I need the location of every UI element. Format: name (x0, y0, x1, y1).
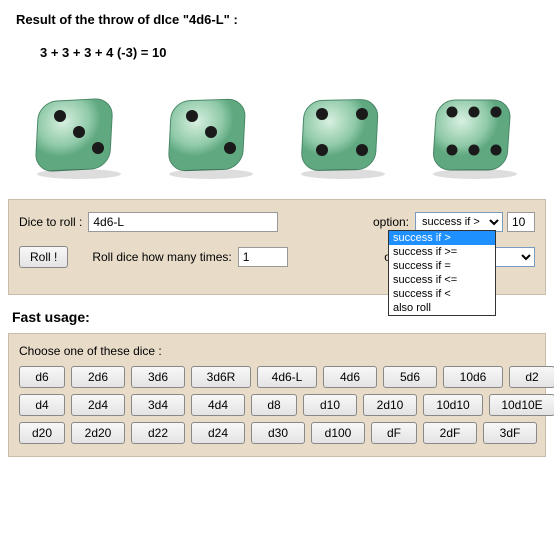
dropdown-item[interactable]: success if >= (389, 245, 495, 259)
dropdown-item[interactable]: success if < (389, 287, 495, 301)
choose-dice-label: Choose one of these dice : (19, 344, 535, 358)
controls-panel: Dice to roll : option: success if > Roll… (8, 199, 546, 295)
dice-to-roll-label: Dice to roll : (19, 215, 82, 229)
quick-dice-button[interactable]: 2d10 (363, 394, 417, 416)
quick-dice-button[interactable]: d100 (311, 422, 365, 444)
quick-row: d4 2d4 3d4 4d4 d8 d10 2d10 10d10 10d10E (19, 394, 535, 416)
option-select[interactable]: success if > (415, 212, 503, 232)
dice-images-row (8, 88, 546, 195)
die-icon (420, 88, 530, 183)
quick-dice-button[interactable]: d10 (303, 394, 357, 416)
result-title: Result of the throw of dIce "4d6-L" : (16, 12, 538, 27)
quick-dice-button[interactable]: d4 (19, 394, 65, 416)
quick-dice-button[interactable]: 3d6 (131, 366, 185, 388)
option-value-input[interactable] (507, 212, 535, 232)
quick-row: d20 2d20 d22 d24 d30 d100 dF 2dF 3dF (19, 422, 535, 444)
quick-dice-button[interactable]: d8 (251, 394, 297, 416)
quick-dice-button[interactable]: 4d4 (191, 394, 245, 416)
dropdown-item[interactable]: success if = (389, 259, 495, 273)
quick-dice-button[interactable]: 10d10E (489, 394, 554, 416)
dropdown-item[interactable]: success if > (389, 231, 495, 245)
quick-dice-button[interactable]: 2d20 (71, 422, 125, 444)
fast-usage-panel: Choose one of these dice : d6 2d6 3d6 3d… (8, 333, 546, 457)
quick-dice-button[interactable]: d30 (251, 422, 305, 444)
quick-dice-button[interactable]: 4d6-L (257, 366, 317, 388)
quick-dice-button[interactable]: 3d4 (131, 394, 185, 416)
dropdown-item[interactable]: success if <= (389, 273, 495, 287)
option-dropdown-open: success if > success if >= success if = … (388, 230, 496, 316)
die-icon (156, 88, 266, 183)
quick-dice-button[interactable]: d24 (191, 422, 245, 444)
dice-to-roll-input[interactable] (88, 212, 278, 232)
quick-dice-button[interactable]: d6 (19, 366, 65, 388)
die-icon (24, 88, 134, 183)
result-area: Result of the throw of dIce "4d6-L" : 3 … (8, 8, 546, 88)
quick-dice-button[interactable]: 2d4 (71, 394, 125, 416)
quick-dice-button[interactable]: d22 (131, 422, 185, 444)
quick-row: d6 2d6 3d6 3d6R 4d6-L 4d6 5d6 10d6 d2 (19, 366, 535, 388)
quick-dice-button[interactable]: 10d10 (423, 394, 483, 416)
roll-button[interactable]: Roll ! (19, 246, 68, 268)
die-icon (288, 88, 398, 183)
quick-dice-button[interactable]: 2d6 (71, 366, 125, 388)
result-calculation: 3 + 3 + 3 + 4 (-3) = 10 (40, 45, 538, 60)
quick-dice-button[interactable]: dF (371, 422, 417, 444)
dropdown-item[interactable]: also roll (389, 301, 495, 315)
quick-dice-button[interactable]: 5d6 (383, 366, 437, 388)
quick-dice-button[interactable]: 3d6R (191, 366, 251, 388)
quick-dice-button[interactable]: d20 (19, 422, 65, 444)
quick-dice-button[interactable]: 4d6 (323, 366, 377, 388)
quick-dice-button[interactable]: 10d6 (443, 366, 503, 388)
quick-dice-button[interactable]: 3dF (483, 422, 537, 444)
option-label: option: (373, 215, 409, 229)
times-input[interactable] (238, 247, 288, 267)
quick-dice-button[interactable]: d2 (509, 366, 554, 388)
times-label: Roll dice how many times: (92, 250, 231, 264)
quick-dice-button[interactable]: 2dF (423, 422, 477, 444)
